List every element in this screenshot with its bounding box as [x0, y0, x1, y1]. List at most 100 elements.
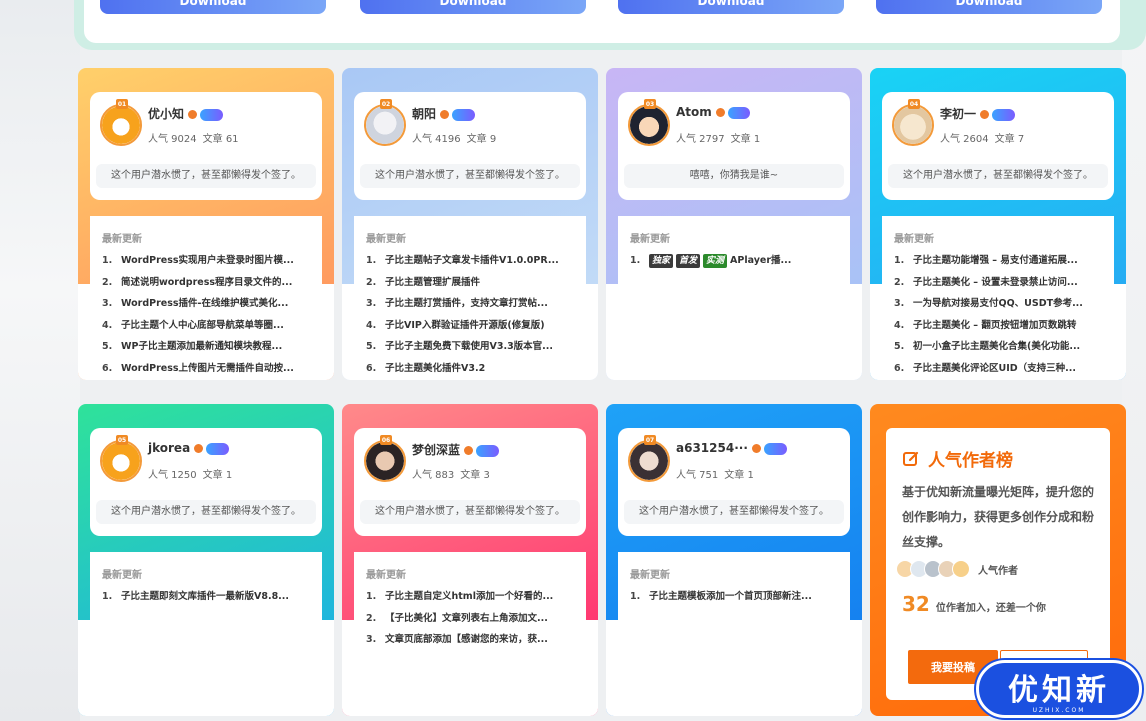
level-icon: [715, 108, 725, 117]
author-card: 04 李初一 人气 2604 文章 7 这个用户潜水惯了，甚至都懒得发个签了。 最…: [870, 68, 1126, 380]
update-title[interactable]: 子比主题美化 – 设置未登录禁止访问...: [913, 277, 1078, 288]
article-count: 文章 1: [202, 470, 233, 481]
level-icon: [194, 444, 204, 453]
author-name-text[interactable]: 优小知: [148, 107, 184, 121]
update-item[interactable]: 6. WordPress上传图片无需插件自动按...: [102, 360, 312, 380]
author-name[interactable]: a631254···: [676, 441, 787, 455]
update-item[interactable]: 4. 子比VIP入群验证插件开源版(修复版): [366, 317, 576, 339]
update-title[interactable]: 简述说明wordpress程序目录文件的...: [121, 277, 292, 288]
rank-badge: 06: [380, 435, 392, 445]
updates-heading: 最新更新: [102, 570, 142, 581]
author-badges: [980, 108, 1015, 121]
author-name-text[interactable]: 朝阳: [412, 107, 436, 121]
update-item[interactable]: 4. 子比主题个人中心底部导航菜单等圈...: [102, 317, 312, 339]
vip-badge-icon: [763, 442, 787, 455]
author-name[interactable]: 梦创深蓝: [412, 441, 499, 458]
update-title[interactable]: 子比主题自定义html添加一个好看的...: [385, 591, 553, 602]
logo-text: 优知新: [1008, 672, 1110, 708]
update-item[interactable]: 2. 【子比美化】文章列表右上角添加文...: [366, 610, 576, 632]
update-item[interactable]: 3. 文章页底部添加【感谢您的来访，获...: [366, 631, 576, 653]
update-title[interactable]: 子比主题管理扩展插件: [385, 277, 480, 288]
update-title[interactable]: 【子比美化】文章列表右上角添加文...: [385, 613, 548, 624]
avatar[interactable]: [628, 104, 670, 146]
vip-badge-icon: [452, 108, 475, 121]
author-card: 02 朝阳 人气 4196 文章 9 这个用户潜水惯了，甚至都懒得发个签了。 最新…: [342, 68, 598, 380]
update-title[interactable]: WordPress插件-在线维护模式美化...: [121, 298, 288, 309]
update-title[interactable]: 文章页底部添加【感谢您的来访，获...: [385, 634, 548, 645]
update-title[interactable]: 子比主题即刻文库插件一最新版V8.8...: [121, 591, 289, 602]
update-title[interactable]: WordPress上传图片无需插件自动按...: [121, 363, 294, 374]
rank-badge: 01: [116, 99, 128, 109]
avatar[interactable]: [364, 104, 406, 146]
update-number: 1.: [366, 591, 377, 602]
download-panel-inner: Download Download Download Download: [84, 0, 1120, 43]
update-item[interactable]: 4. 子比主题美化 – 翻页按钮增加页数跳转: [894, 317, 1104, 339]
update-title[interactable]: 子比子主题免费下载使用V3.3版本官...: [385, 341, 553, 352]
author-name-text[interactable]: 梦创深蓝: [412, 443, 460, 457]
update-title[interactable]: 初一小盒子比主题美化合集(美化功能...: [913, 341, 1080, 352]
author-count: 32 位作者加入，还差一个你: [902, 592, 1046, 616]
update-title[interactable]: 子比主题帖子文章发卡插件V1.0.0PR...: [385, 255, 559, 266]
author-count-text: 位作者加入，还差一个你: [935, 603, 1046, 614]
author-name-text[interactable]: Atom: [676, 105, 712, 119]
update-item[interactable]: 1. 子比主题功能增强 – 易支付通道拓展...: [894, 252, 1104, 274]
update-item[interactable]: 1. 子比主题即刻文库插件一最新版V8.8...: [102, 588, 312, 610]
download-button[interactable]: Download: [100, 0, 326, 14]
update-number: 5.: [102, 341, 113, 353]
update-item[interactable]: 6. 子比主题美化评论区UID（支持三种...: [894, 360, 1104, 380]
update-item[interactable]: 1. 独家 首发 实测 APlayer播...: [630, 252, 840, 274]
update-title[interactable]: WordPress实现用户未登录时图片模...: [121, 255, 294, 266]
update-title[interactable]: 子比VIP入群验证插件开源版(修复版): [385, 320, 545, 331]
update-title[interactable]: APlayer播...: [730, 255, 791, 266]
update-number: 6.: [366, 362, 377, 374]
update-number: 6.: [894, 362, 905, 374]
update-item[interactable]: 1. 子比主题模板添加一个首页顶部新注...: [630, 588, 840, 610]
popularity-count: 人气 9024: [148, 134, 197, 145]
update-item[interactable]: 2. 子比主题美化 – 设置未登录禁止访问...: [894, 274, 1104, 296]
update-item[interactable]: 1. 子比主题帖子文章发卡插件V1.0.0PR...: [366, 252, 576, 274]
update-item[interactable]: 1. 子比主题自定义html添加一个好看的...: [366, 588, 576, 610]
download-button[interactable]: Download: [618, 0, 844, 14]
avatar[interactable]: [628, 440, 670, 482]
download-button[interactable]: Download: [360, 0, 586, 14]
update-title[interactable]: 子比主题模板添加一个首页顶部新注...: [649, 591, 812, 602]
update-title[interactable]: 子比主题美化评论区UID（支持三种...: [913, 363, 1076, 374]
update-item[interactable]: 3. 一为导航对接易支付QQ、USDT参考...: [894, 295, 1104, 317]
author-name-text[interactable]: a631254···: [676, 441, 748, 455]
author-name[interactable]: jkorea: [148, 441, 229, 455]
update-title[interactable]: 子比主题功能增强 – 易支付通道拓展...: [913, 255, 1078, 266]
update-title[interactable]: 子比主题美化 – 翻页按钮增加页数跳转: [913, 320, 1076, 331]
rank-badge: 02: [380, 99, 392, 109]
update-item[interactable]: 3. 子比主题打赏插件，支持文章打赏帖...: [366, 295, 576, 317]
author-name[interactable]: 朝阳: [412, 105, 475, 122]
update-title[interactable]: WP子比主题添加最新通知模块教程...: [121, 341, 282, 352]
updates-heading: 最新更新: [102, 234, 142, 245]
author-name[interactable]: 李初一: [940, 105, 1015, 122]
update-item[interactable]: 1. WordPress实现用户未登录时图片模...: [102, 252, 312, 274]
update-item[interactable]: 3. WordPress插件-在线维护模式美化...: [102, 295, 312, 317]
avatar[interactable]: [100, 440, 142, 482]
update-title[interactable]: 一为导航对接易支付QQ、USDT参考...: [913, 298, 1083, 309]
update-title[interactable]: 子比主题个人中心底部导航菜单等圈...: [121, 320, 284, 331]
author-name-text[interactable]: 李初一: [940, 107, 976, 121]
author-name[interactable]: Atom: [676, 105, 751, 119]
update-item[interactable]: 5. 子比子主题免费下载使用V3.3版本官...: [366, 338, 576, 360]
update-item[interactable]: 5. WP子比主题添加最新通知模块教程...: [102, 338, 312, 360]
avatar[interactable]: [952, 560, 970, 578]
update-number: 2.: [894, 276, 905, 288]
update-item[interactable]: 6. 子比主题美化插件V3.2: [366, 360, 576, 380]
author-name-text[interactable]: jkorea: [148, 441, 190, 455]
update-item[interactable]: 5. 初一小盒子比主题美化合集(美化功能...: [894, 338, 1104, 360]
avatar[interactable]: [892, 104, 934, 146]
author-name[interactable]: 优小知: [148, 105, 223, 122]
avatar[interactable]: [364, 440, 406, 482]
update-item[interactable]: 2. 子比主题管理扩展插件: [366, 274, 576, 296]
avatar[interactable]: [100, 104, 142, 146]
update-item[interactable]: 2. 简述说明wordpress程序目录文件的...: [102, 274, 312, 296]
update-title[interactable]: 子比主题打赏插件，支持文章打赏帖...: [385, 298, 548, 309]
update-title[interactable]: 子比主题美化插件V3.2: [385, 363, 485, 374]
author-badges: [188, 108, 223, 121]
download-button[interactable]: Download: [876, 0, 1102, 14]
popularity-count: 人气 1250: [148, 470, 197, 481]
level-icon: [188, 110, 198, 119]
